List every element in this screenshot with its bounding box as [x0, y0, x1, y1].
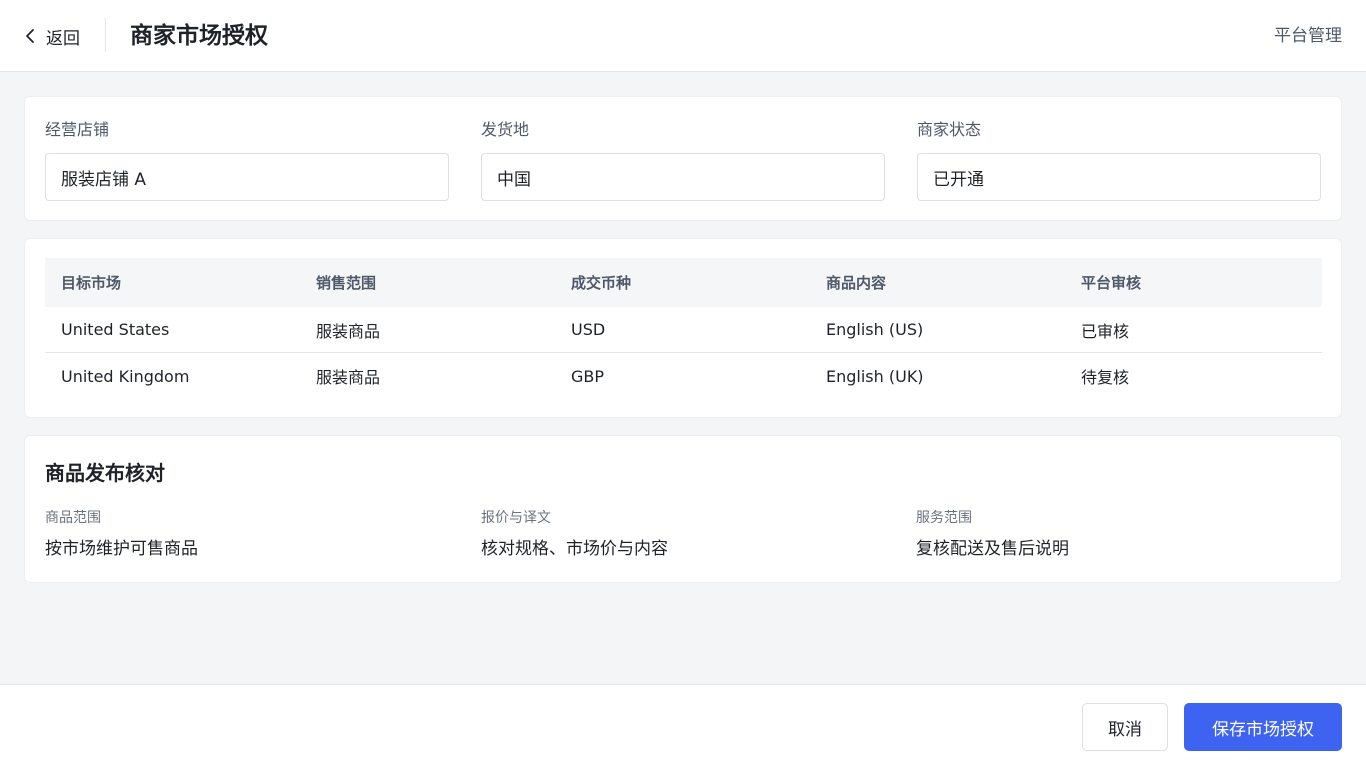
- store-field: 经营店铺 服装店铺 A: [45, 119, 449, 201]
- check-item-pricing: 报价与译文 核对规格、市场价与内容: [481, 508, 881, 561]
- top-header: 返回 商家市场授权 平台管理: [0, 0, 1366, 72]
- table-cell: 服装商品: [316, 321, 381, 341]
- table-cell: USD: [571, 320, 606, 339]
- check-item-value: 复核配送及售后说明: [916, 539, 1069, 559]
- save-market-authorization-button[interactable]: 保存市场授权: [1184, 703, 1342, 751]
- back-label: 返回: [46, 28, 80, 49]
- status-field-label: 商家状态: [917, 120, 982, 139]
- section-title: 商品发布核对: [45, 461, 165, 485]
- check-item-scope: 商品范围 按市场维护可售商品: [45, 508, 445, 561]
- platform-management-link[interactable]: 平台管理: [1274, 22, 1342, 50]
- status-input[interactable]: 已开通: [917, 153, 1321, 201]
- table-row[interactable]: United States 服装商品 USD English (US) 已审核: [45, 307, 1322, 353]
- market-table: 目标市场 销售范围 成交币种 商品内容 平台审核 United States 服…: [45, 258, 1322, 399]
- table-header-cell: 成交币种: [571, 274, 632, 292]
- check-item-label: 商品范围: [45, 510, 101, 526]
- table-cell: 已审核: [1081, 321, 1130, 341]
- table-cell: United States: [61, 320, 170, 339]
- cancel-button[interactable]: 取消: [1082, 703, 1168, 751]
- check-item-value: 核对规格、市场价与内容: [481, 539, 668, 559]
- origin-field: 发货地 中国: [481, 119, 885, 201]
- table-header-cell: 商品内容: [826, 274, 887, 292]
- page-title: 商家市场授权: [130, 23, 268, 49]
- header-divider: [105, 18, 106, 52]
- back-button[interactable]: 返回: [22, 22, 80, 50]
- table-cell: United Kingdom: [61, 366, 190, 386]
- check-item-value: 按市场维护可售商品: [45, 539, 198, 559]
- publish-check-card: 商品发布核对 商品范围 按市场维护可售商品 报价与译文 核对规格、市场价与内容 …: [24, 435, 1342, 583]
- table-cell: GBP: [571, 366, 605, 386]
- check-item-service: 服务范围 复核配送及售后说明: [916, 508, 1316, 561]
- table-header-row: 目标市场 销售范围 成交币种 商品内容 平台审核: [45, 258, 1322, 307]
- status-field: 商家状态 已开通: [917, 119, 1321, 201]
- table-cell: 待复核: [1081, 368, 1130, 387]
- origin-input[interactable]: 中国: [481, 153, 885, 201]
- chevron-left-icon: [26, 29, 34, 43]
- merchant-info-card: 经营店铺 服装店铺 A 发货地 中国 商家状态 已开通: [24, 96, 1342, 221]
- check-item-label: 报价与译文: [481, 510, 551, 526]
- origin-field-label: 发货地: [481, 120, 530, 139]
- footer-bar: 取消 保存市场授权: [0, 684, 1366, 768]
- table-header-cell: 销售范围: [316, 274, 377, 292]
- table-cell: English (US): [826, 320, 924, 339]
- table-row[interactable]: United Kingdom 服装商品 GBP English (UK) 待复核: [45, 353, 1322, 399]
- table-cell: English (UK): [826, 366, 924, 386]
- market-table-card: 目标市场 销售范围 成交币种 商品内容 平台审核 United States 服…: [24, 238, 1342, 418]
- store-input[interactable]: 服装店铺 A: [45, 153, 449, 201]
- table-header-cell: 目标市场: [61, 274, 122, 292]
- check-item-label: 服务范围: [916, 510, 972, 526]
- store-field-label: 经营店铺: [45, 120, 110, 139]
- table-header-cell: 平台审核: [1081, 274, 1142, 292]
- table-cell: 服装商品: [316, 368, 381, 387]
